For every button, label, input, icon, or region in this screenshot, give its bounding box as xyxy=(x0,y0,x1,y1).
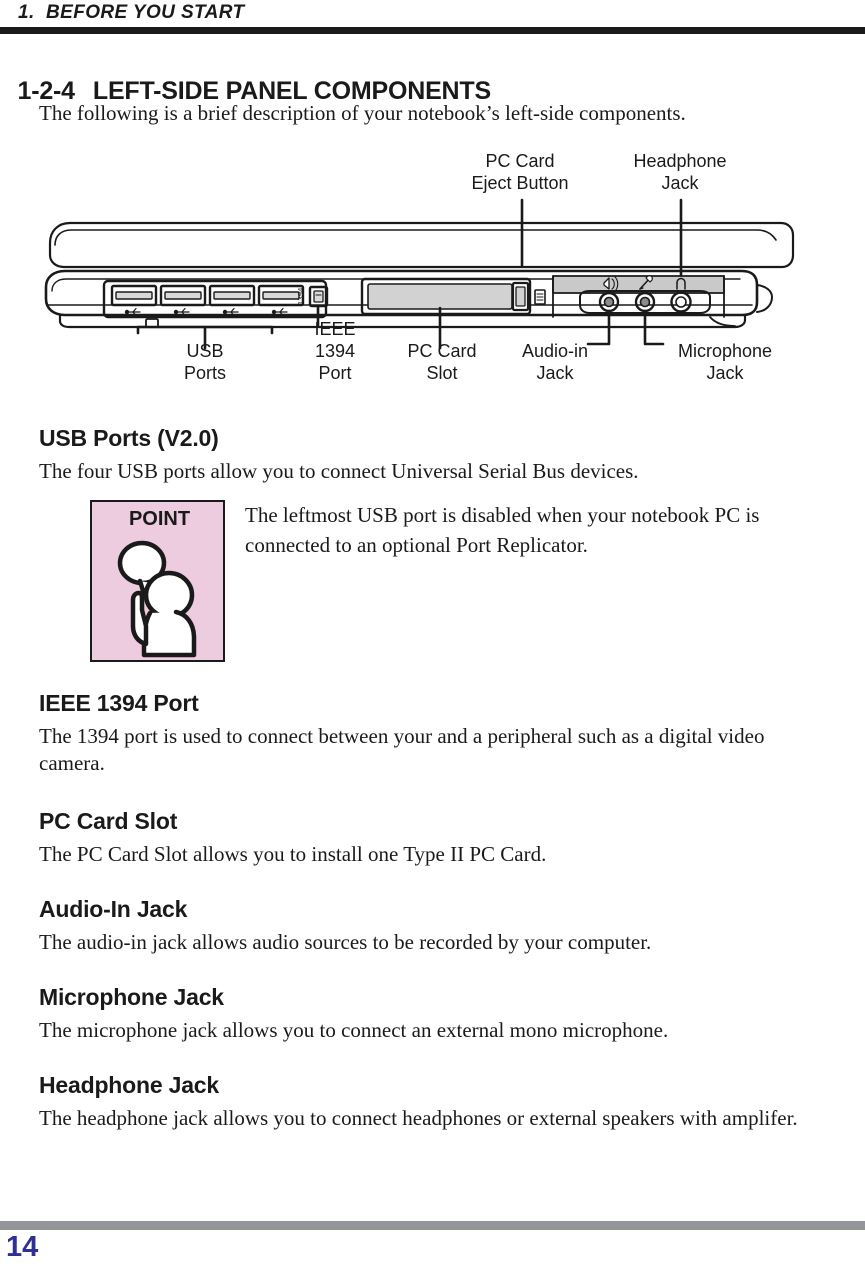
heading-audio-in-jack: Audio-In Jack xyxy=(39,896,188,922)
headphone-jack-hole xyxy=(675,296,687,308)
point-callout-text: The leftmost USB port is disabled when y… xyxy=(245,503,760,557)
headphone-jack-label-line: Headphone Jack xyxy=(633,151,727,193)
usb-port-group xyxy=(110,284,305,307)
body-microphone-jack: The microphone jack allows you to connec… xyxy=(39,1018,669,1042)
pc-card-eject-button-inner xyxy=(515,286,526,307)
usb-port-2-blade xyxy=(164,291,202,300)
usb-ports-label-line: USB Ports xyxy=(183,341,226,383)
pc-card-slot-opening xyxy=(367,283,513,310)
ieee-1394-port-label-line: IEEE 1394 Port xyxy=(314,319,356,383)
audio-in-jack-hole xyxy=(603,296,615,308)
running-head: 1. BEFORE YOU START xyxy=(18,2,245,23)
laptop-right-edge xyxy=(756,284,773,313)
page-header: 1. BEFORE YOU START xyxy=(0,0,865,34)
diagram-label-audio-in-jack: Audio-in Jack xyxy=(500,340,610,384)
diagram-label-microphone-jack: Microphone Jack xyxy=(655,340,795,384)
point-callout-label: POINT xyxy=(128,508,191,530)
diagram-label-ieee-1394-port: IEEE 1394 Port xyxy=(290,318,380,384)
pc-card-slot-group xyxy=(360,277,546,316)
heading-ieee-1394-port: IEEE 1394 Port xyxy=(39,690,199,716)
pc-card-eject-button-label-line: PC Card Eject Button xyxy=(471,151,569,193)
audio-jack-group xyxy=(598,291,692,313)
heading-usb-ports: USB Ports (V2.0) xyxy=(39,425,219,451)
pc-card-slot-label-line: PC Card Slot xyxy=(407,341,477,383)
body-headphone-jack: The headphone jack allows you to connect… xyxy=(39,1106,798,1130)
body-pc-card-slot: The PC Card Slot allows you to install o… xyxy=(39,842,547,866)
person-pointing-icon xyxy=(106,538,212,663)
intro-paragraph: The following is a brief description of … xyxy=(39,101,686,125)
body-ieee-1394-port: The 1394 port is used to connect between… xyxy=(39,724,765,775)
usb-port-4-blade xyxy=(262,291,300,300)
diagram-label-pc-card-eject-button: PC Card Eject Button xyxy=(440,150,600,194)
person-head xyxy=(143,570,195,620)
microphone-jack-hole xyxy=(639,296,651,308)
diagram-label-usb-ports: USB Ports xyxy=(150,340,260,384)
footer-rule xyxy=(0,1221,865,1230)
heading-headphone-jack: Headphone Jack xyxy=(39,1072,219,1098)
page-number: 14 xyxy=(6,1231,39,1263)
point-callout-box: POINT xyxy=(90,500,225,662)
laptop-lid-inner-line xyxy=(54,229,777,246)
ieee1394-port-group xyxy=(308,285,329,308)
usb-port-1-blade xyxy=(115,291,153,300)
ieee1394-port-inner xyxy=(313,290,324,303)
page-title: 1-2-4 LEFT-SIDE PANEL COMPONENTS xyxy=(4,48,492,106)
ieee1394-port-marking: 1394 xyxy=(296,288,305,306)
body-usb-ports: The four USB ports allow you to connect … xyxy=(39,459,639,483)
left-side-panel-diagram: PC Card Eject Button Headphone Jack USB … xyxy=(0,145,865,405)
laptop-right-foot xyxy=(709,316,736,327)
heading-pc-card-slot: PC Card Slot xyxy=(39,808,178,834)
person-pointing-hand xyxy=(130,590,149,647)
person-body xyxy=(141,609,197,658)
audio-in-jack-label-line: Audio-in Jack xyxy=(521,341,589,383)
microphone-jack-label-line: Microphone Jack xyxy=(677,341,773,383)
usb-port-3-blade xyxy=(213,291,251,300)
diagram-label-pc-card-slot: PC Card Slot xyxy=(382,340,502,384)
body-audio-in-jack: The audio-in jack allows audio sources t… xyxy=(39,930,652,954)
header-rule xyxy=(0,27,865,34)
diagram-label-headphone-jack: Headphone Jack xyxy=(600,150,760,194)
heading-microphone-jack: Microphone Jack xyxy=(39,984,224,1010)
